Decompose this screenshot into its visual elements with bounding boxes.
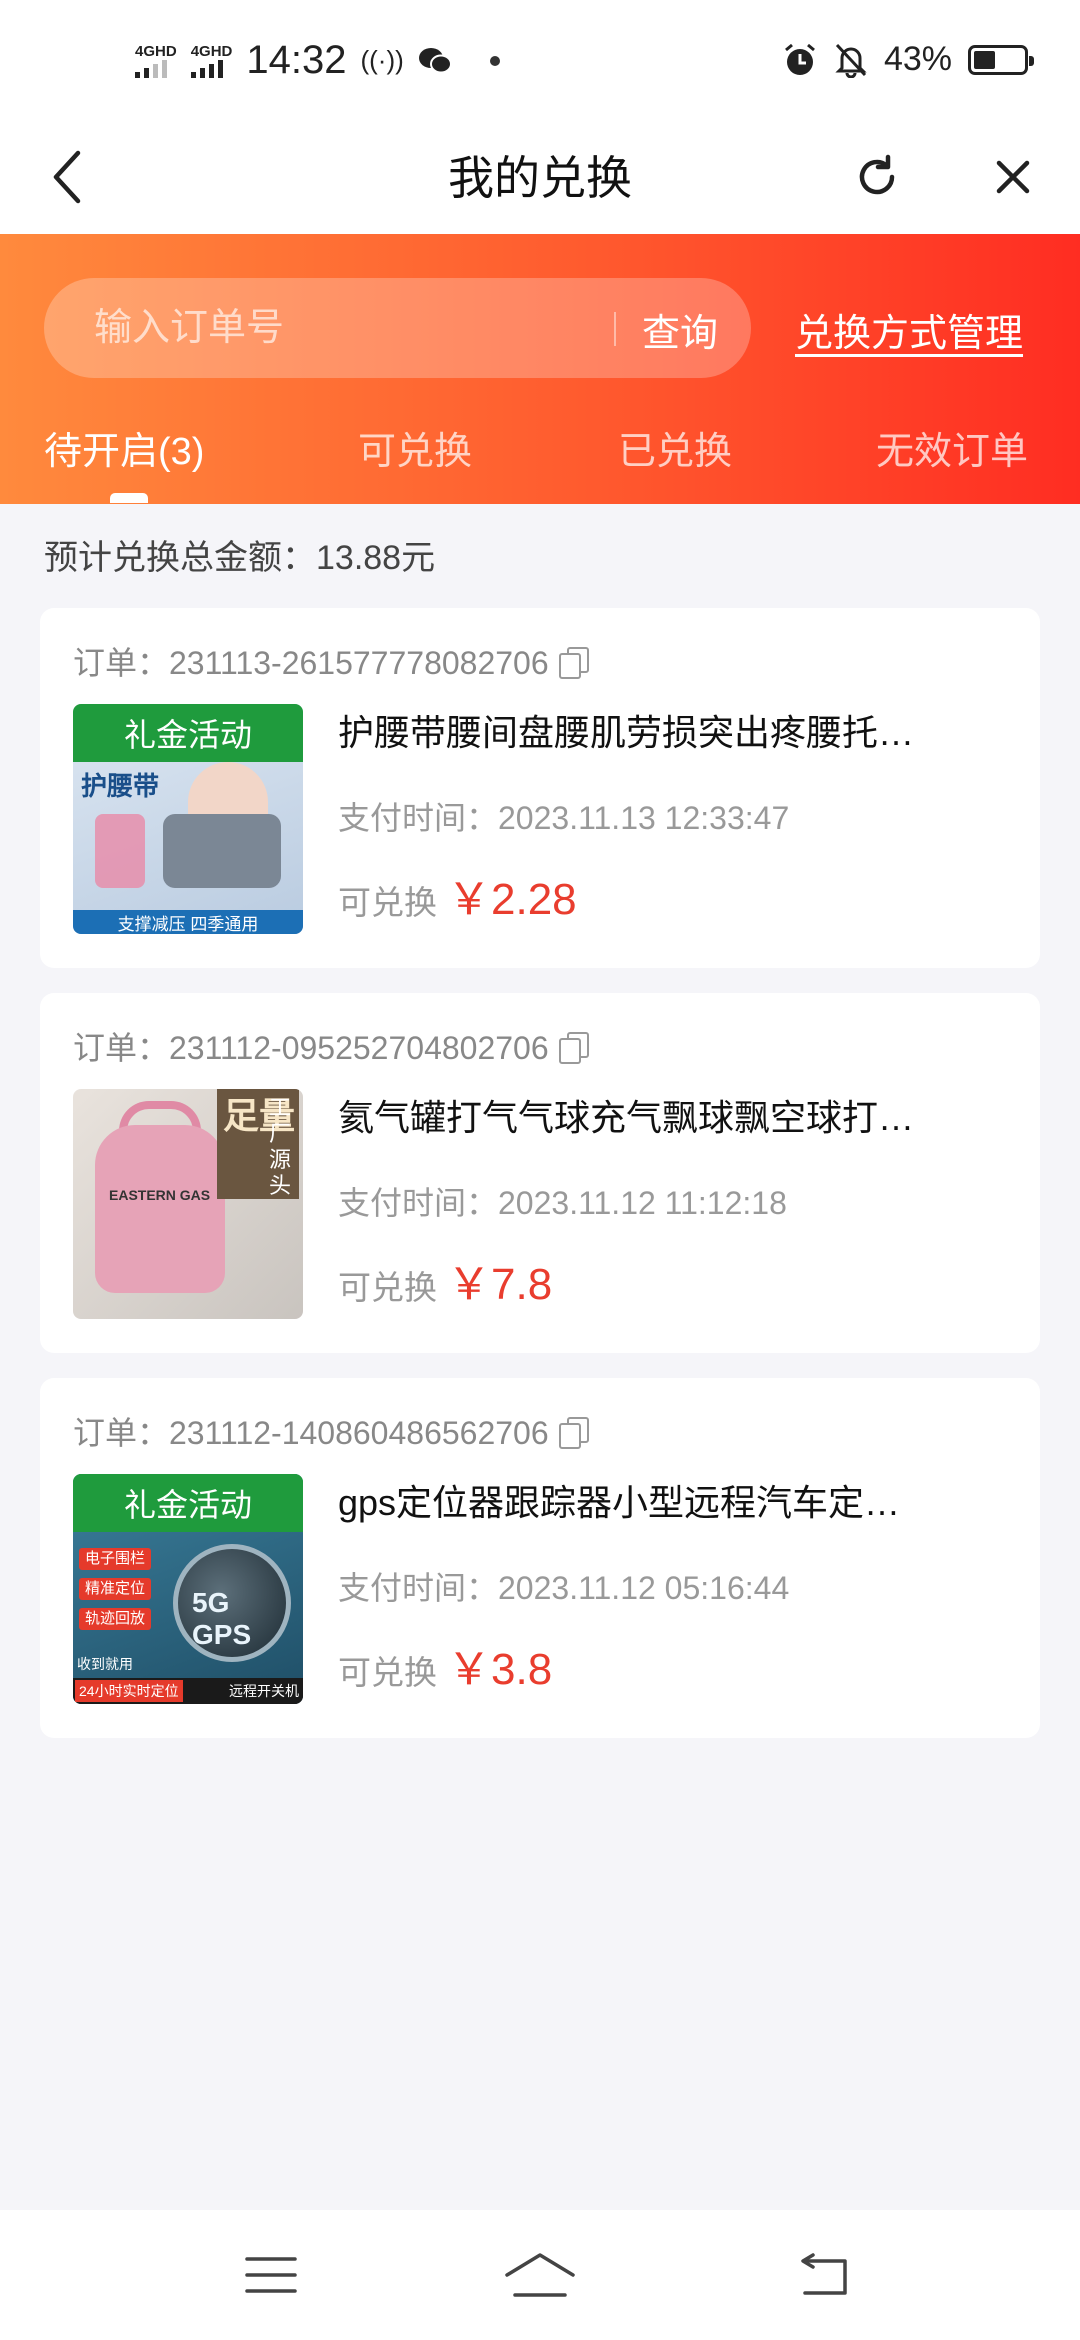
menu-button[interactable] [226,2240,316,2310]
battery-fill [974,50,995,69]
feature-tag: 轨迹回放 [79,1608,152,1630]
copy-icon[interactable] [558,1032,589,1064]
home-button[interactable] [495,2240,585,2310]
belt-shape [163,814,281,888]
price-row: 可兑换 ￥7.8 [338,1248,552,1312]
refresh-button[interactable] [842,142,912,212]
tab-redeemed[interactable]: 已兑换 [618,420,732,475]
search-divider [614,312,616,346]
copy-icon[interactable] [558,647,589,679]
price-label: 可兑换 [338,884,437,921]
back-nav-icon [801,2253,847,2295]
thumb-caption-white: 远程开关机 [229,1683,299,1699]
menu-icon [245,2257,297,2293]
mute-bell-icon [835,43,867,78]
dot-icon [489,55,500,66]
pay-time: 支付时间：2023.11.12 05:16:44 [338,1570,790,1606]
tank-label: EASTERN GAS [109,1187,211,1203]
gps-device-shape: 5G GPS [173,1544,291,1662]
signal-bars-icon [135,59,167,78]
system-nav-bar [0,2210,1080,2340]
feature-tag: 精准定位 [79,1578,152,1600]
battery-percent: 43% [883,40,952,78]
total-amount-summary: 预计兑换总金额：13.88元 [44,539,436,577]
disc-label: 5G GPS [192,1587,252,1650]
promo-banner: 礼金活动 [73,704,303,762]
thumb-caption: 支撑减压 四季通用 [73,910,303,934]
order-card[interactable]: 订单：231113-261577778082706 礼金活动 护腰带 支撑减压 … [40,608,1040,968]
tab-bar: 待开启(3) 可兑换 已兑换 无效订单 [0,410,1080,504]
status-bar: 4GHD 4GHD 14:32 ((·)) 43% [0,0,1080,120]
page-title: 我的兑换 [448,152,632,204]
order-search-input[interactable] [94,303,614,353]
battery-icon [968,44,1034,75]
order-card[interactable]: 订单：231112-140860486562706 礼金活动 电子围栏 精准定位… [40,1378,1040,1738]
title-bar: 我的兑换 [0,120,1080,234]
wechat-icon [418,47,452,73]
back-nav-button[interactable] [778,2240,868,2310]
price-label: 可兑换 [338,1269,437,1306]
product-name[interactable]: gps定位器跟踪器小型远程汽车定… [338,1474,998,1526]
price-value: ￥2.28 [447,875,577,924]
product-name[interactable]: 护腰带腰间盘腰肌劳损突出疼腰托… [338,704,998,756]
alarm-icon [784,43,815,75]
order-number-row: 订单：231112-140860486562706 [73,1408,589,1454]
thumb-badge: 足量 工厂源头 [217,1089,299,1199]
product-thumbnail[interactable]: 礼金活动 护腰带 支撑减压 四季通用 [73,704,303,934]
copy-icon[interactable] [558,1417,589,1449]
header-panel: 查询 兑换方式管理 待开启(3) 可兑换 已兑换 无效订单 [0,234,1080,504]
feature-tag: 电子围栏 [79,1548,152,1570]
spine-shape [95,814,145,888]
product-thumbnail[interactable]: 礼金活动 电子围栏 精准定位 轨迹回放 5G GPS 收到就用 24小时实时定位… [73,1474,303,1704]
signal-bars-icon [190,59,223,78]
hotspot-icon: ((·)) [360,45,404,75]
tab-redeemable[interactable]: 可兑换 [358,420,472,475]
order-card[interactable]: 订单：231112-095252704802706 EASTERN GAS 足量… [40,993,1040,1353]
promo-banner: 礼金活动 [73,1474,303,1532]
tab-invalid[interactable]: 无效订单 [876,420,1028,475]
clock: 14:32 [246,38,347,82]
price-row: 可兑换 ￥2.28 [338,863,577,927]
close-button[interactable] [978,142,1048,212]
thumb-note: 收到就用 [77,1656,133,1672]
manage-exchange-link[interactable]: 兑换方式管理 [795,302,1023,357]
thumb-title: 护腰带 [81,771,160,801]
search-button[interactable]: 查询 [642,302,718,357]
order-number-row: 订单：231112-095252704802706 [73,1023,589,1069]
price-value: ￥3.8 [447,1645,553,1694]
home-icon [505,2253,575,2297]
order-number: 订单：231112-095252704802706 [73,1030,549,1066]
badge-small-text: 工厂源头 [269,1095,292,1198]
price-value: ￥7.8 [447,1260,553,1309]
price-label: 可兑换 [338,1654,437,1691]
signal-indicator-1: 4GHD [135,43,177,78]
order-number: 订单：231113-261577778082706 [73,645,549,681]
pay-time: 支付时间：2023.11.12 11:12:18 [338,1185,787,1221]
product-name[interactable]: 氦气罐打气气球充气飘球飘空球打… [338,1089,998,1141]
thumb-caption-bar: 24小时实时定位 远程开关机 [73,1678,303,1704]
product-thumbnail[interactable]: EASTERN GAS 足量 工厂源头 [73,1089,303,1319]
order-number: 订单：231112-140860486562706 [73,1415,549,1451]
refresh-icon [859,154,895,195]
close-icon [996,160,1030,194]
search-box: 查询 [44,278,751,378]
order-number-row: 订单：231113-261577778082706 [73,638,589,684]
signal-indicator-2: 4GHD [190,43,232,78]
tab-pending[interactable]: 待开启(3) [44,420,204,475]
thumb-caption-red: 24小时实时定位 [75,1680,183,1702]
pay-time: 支付时间：2023.11.13 12:33:47 [338,800,790,836]
gas-tank-shape: EASTERN GAS [95,1125,225,1293]
active-tab-indicator [110,493,148,503]
price-row: 可兑换 ￥3.8 [338,1633,552,1697]
